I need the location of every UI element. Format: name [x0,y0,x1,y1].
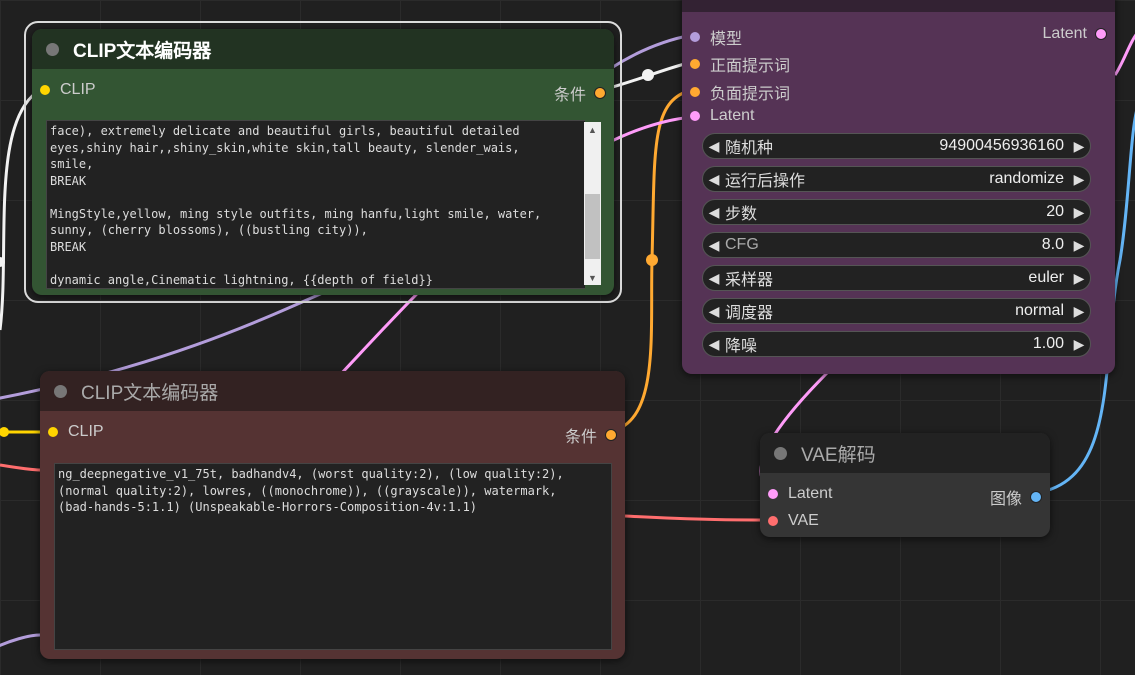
collapse-dot-icon[interactable] [774,446,787,460]
decrement-arrow-icon[interactable]: ◀ [703,303,725,320]
denoise-widget[interactable]: ◀ 降噪 1.00 ▶ [702,331,1091,357]
negative-input-label: 负面提示词 [710,86,791,103]
increment-arrow-icon[interactable]: ▶ [1068,303,1090,320]
seed-label: 随机种 [725,140,774,157]
conditioning-output-dot-icon[interactable] [594,87,606,99]
scheduler-label: 调度器 [725,305,774,322]
control-after-generate-label: 运行后操作 [725,173,806,190]
collapse-dot-icon[interactable] [54,384,67,398]
vae-input-label: VAE [788,512,819,529]
vae-input-slot[interactable]: VAE [768,512,819,530]
scroll-down-icon[interactable]: ▼ [584,273,601,283]
decrement-arrow-icon[interactable]: ◀ [703,270,725,287]
clip-node-negative-title-bar[interactable]: CLIP文本编码器 [40,371,625,411]
model-input-dot-icon[interactable] [690,32,700,42]
vae-decode-node[interactable]: VAE解码 Latent VAE 图像 [760,433,1050,537]
model-input-label: 模型 [710,31,743,48]
output-wire-right [1113,33,1135,76]
image-output-dot-icon[interactable] [1030,491,1042,503]
decrement-arrow-icon[interactable]: ◀ [703,237,725,254]
image-output-slot[interactable]: 图像 [990,485,1042,509]
steps-label: 步数 [725,206,758,223]
latent-input-slot[interactable]: Latent [690,107,754,125]
cfg-value: 8.0 [1041,236,1064,253]
latent-input-label: Latent [710,107,755,124]
reroute-dot-negative [646,254,658,266]
sampler-node[interactable]: 模型 正面提示词 负面提示词 Latent Latent ◀ 随机种 94900… [682,0,1115,374]
seed-widget[interactable]: ◀ 随机种 94900456936160 ▶ [702,133,1091,159]
conditioning-output-label: 条件 [553,87,586,104]
conditioning-output-dot-icon[interactable] [605,429,617,441]
prompt-scrollbar[interactable]: ▲ ▼ [584,122,601,285]
reroute-dot-positive [642,69,654,81]
clip-input-slot[interactable]: CLIP [48,423,104,441]
clip-input-label: CLIP [60,81,96,98]
vae-decode-title: VAE解码 [801,444,876,466]
decrement-arrow-icon[interactable]: ◀ [703,171,725,188]
clip-node-positive[interactable]: CLIP文本编码器 CLIP 条件 face), extremely delic… [32,29,614,295]
image-output-label: 图像 [989,491,1022,508]
decrement-arrow-icon[interactable]: ◀ [703,204,725,221]
denoise-value: 1.00 [1032,335,1064,352]
negative-input-dot-icon[interactable] [690,87,700,97]
positive-input-label: 正面提示词 [710,58,791,75]
clip-input-slot[interactable]: CLIP [40,81,96,99]
scroll-up-icon[interactable]: ▲ [584,122,601,136]
control-after-generate-widget[interactable]: ◀ 运行后操作 randomize ▶ [702,166,1091,192]
vae-input-dot-icon[interactable] [768,516,778,526]
latent-output-slot[interactable]: Latent [1043,25,1107,43]
sampler-name-label: 采样器 [725,272,774,289]
clip-input-label: CLIP [68,423,104,440]
steps-widget[interactable]: ◀ 步数 20 ▶ [702,199,1091,225]
decrement-arrow-icon[interactable]: ◀ [703,138,725,155]
vae-latent-input-slot[interactable]: Latent [768,485,832,503]
positive-prompt-textarea[interactable]: face), extremely delicate and beautiful … [46,120,585,289]
vae-latent-input-label: Latent [788,485,833,502]
clip-node-positive-title-bar[interactable]: CLIP文本编码器 [32,29,614,69]
latent-output-dot-icon[interactable] [1095,28,1107,40]
clip-node-positive-title: CLIP文本编码器 [73,40,212,62]
conditioning-output-slot[interactable]: 条件 [554,81,606,105]
increment-arrow-icon[interactable]: ▶ [1068,171,1090,188]
positive-input-slot[interactable]: 正面提示词 [690,52,790,76]
increment-arrow-icon[interactable]: ▶ [1068,270,1090,287]
clip-input-dot-icon[interactable] [48,427,58,437]
latent-input-dot-icon[interactable] [690,111,700,121]
sampler-name-value: euler [1028,269,1064,286]
latent-output-label: Latent [1042,25,1087,42]
latent-input-dot-icon[interactable] [768,489,778,499]
decrement-arrow-icon[interactable]: ◀ [703,336,725,353]
steps-value: 20 [1046,203,1064,220]
conditioning-output-label: 条件 [564,429,597,446]
control-after-generate-value: randomize [989,170,1064,187]
negative-prompt-textarea[interactable]: ng_deepnegative_v1_75t, badhandv4, (wors… [54,463,612,650]
scheduler-widget[interactable]: ◀ 调度器 normal ▶ [702,298,1091,324]
cfg-label: CFG [725,236,759,253]
scheduler-value: normal [1015,302,1064,319]
sampler-title-bar[interactable] [682,0,1115,12]
increment-arrow-icon[interactable]: ▶ [1068,237,1090,254]
vae-decode-title-bar[interactable]: VAE解码 [760,433,1050,473]
clip-input-dot-icon[interactable] [40,85,50,95]
denoise-label: 降噪 [725,338,758,355]
cfg-widget[interactable]: ◀ CFG 8.0 ▶ [702,232,1091,258]
conditioning-output-slot[interactable]: 条件 [565,423,617,447]
model-input-slot[interactable]: 模型 [690,25,742,49]
model-lower-wire [0,633,41,648]
increment-arrow-icon[interactable]: ▶ [1068,336,1090,353]
clip-node-negative[interactable]: CLIP文本编码器 CLIP 条件 ng_deepnegative_v1_75t… [40,371,625,659]
collapse-dot-icon[interactable] [46,42,59,56]
increment-arrow-icon[interactable]: ▶ [1068,204,1090,221]
negative-input-slot[interactable]: 负面提示词 [690,80,790,104]
positive-input-dot-icon[interactable] [690,59,700,69]
seed-value: 94900456936160 [939,137,1064,154]
sampler-name-widget[interactable]: ◀ 采样器 euler ▶ [702,265,1091,291]
scrollbar-thumb[interactable] [585,194,600,259]
clip-node-negative-title: CLIP文本编码器 [81,382,219,404]
increment-arrow-icon[interactable]: ▶ [1068,138,1090,155]
